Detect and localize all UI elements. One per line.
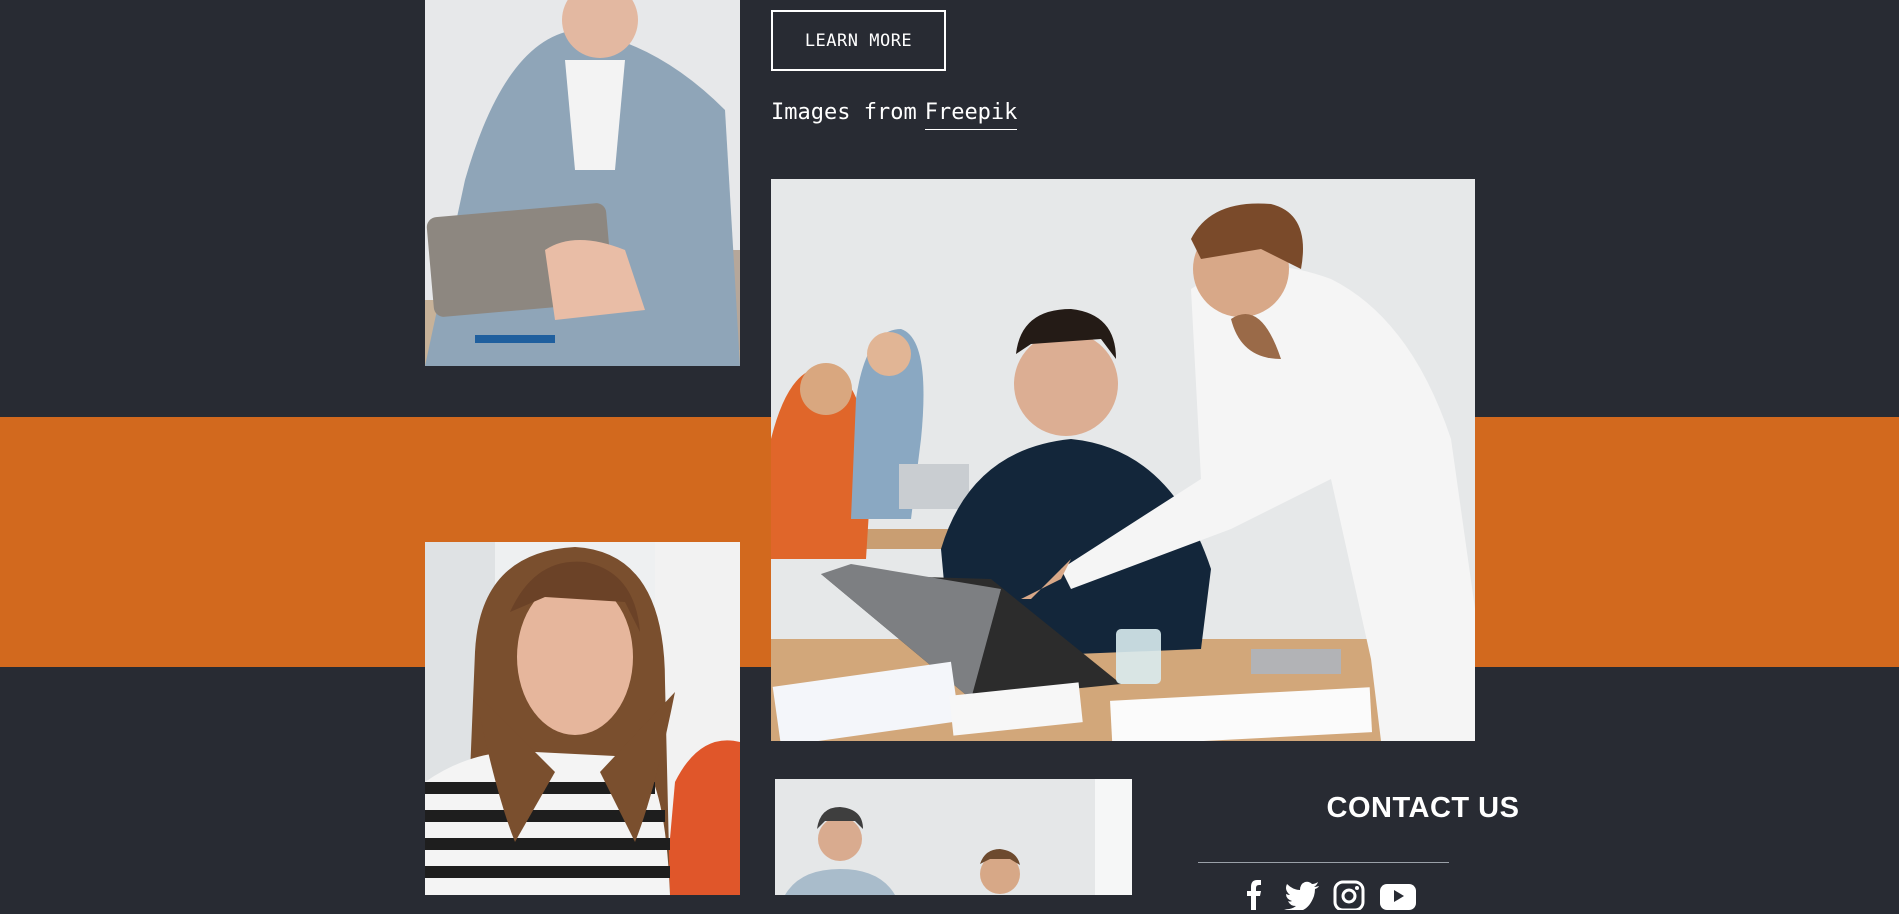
photo-team-meeting bbox=[771, 179, 1475, 741]
contact-us-heading: CONTACT US bbox=[1326, 792, 1520, 824]
photo-man-with-tablet bbox=[425, 0, 740, 366]
facebook-icon[interactable] bbox=[1236, 880, 1272, 910]
credit-text: Images from bbox=[771, 100, 917, 125]
youtube-icon[interactable] bbox=[1380, 880, 1416, 910]
instagram-icon[interactable] bbox=[1332, 880, 1368, 912]
social-links bbox=[1236, 880, 1416, 912]
learn-more-button[interactable]: LEARN MORE bbox=[771, 10, 946, 71]
contact-divider bbox=[1198, 862, 1449, 863]
photo-two-men bbox=[775, 779, 1132, 895]
freepik-link[interactable]: Freepik bbox=[924, 100, 1018, 130]
image-credit: Images from Freepik bbox=[771, 100, 1018, 130]
twitter-icon[interactable] bbox=[1284, 880, 1320, 912]
photo-smiling-woman bbox=[425, 542, 740, 895]
